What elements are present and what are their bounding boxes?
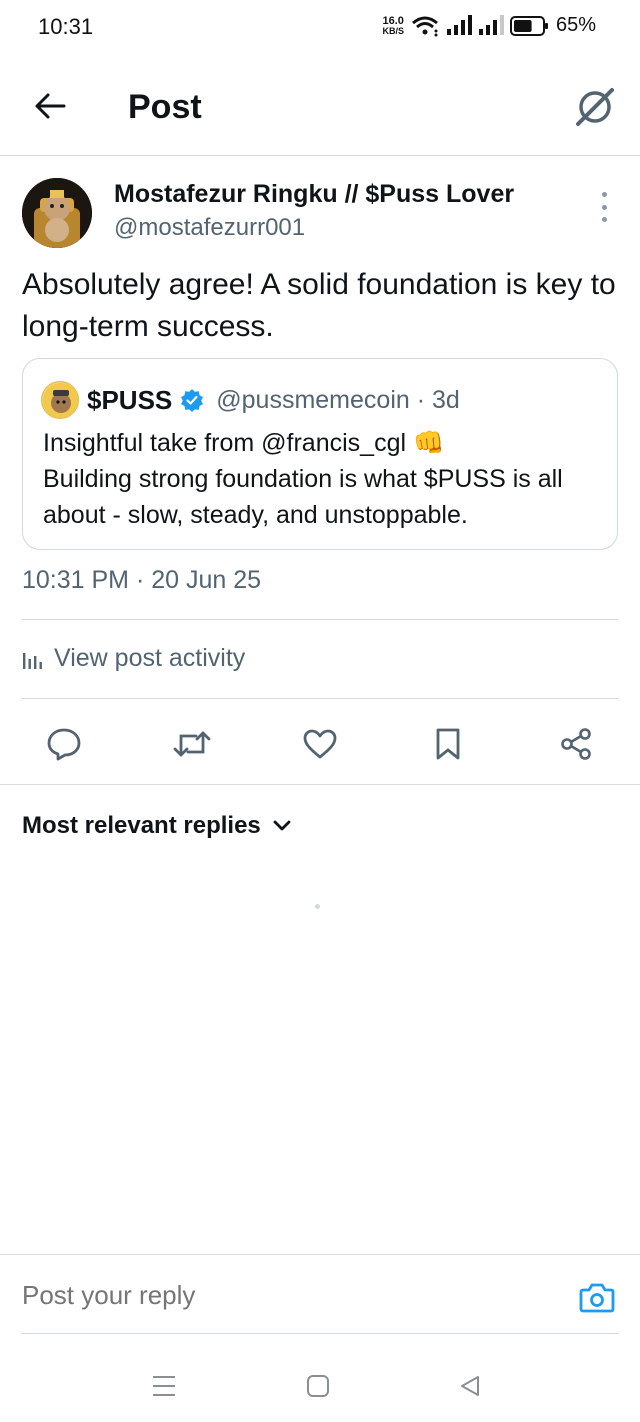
reply-input[interactable] (22, 1280, 522, 1311)
menu-icon (153, 1376, 175, 1396)
like-button[interactable] (296, 720, 344, 768)
back-triangle-icon (461, 1376, 479, 1396)
camera-icon (579, 1283, 615, 1313)
repost-button[interactable] (168, 720, 216, 768)
grok-button[interactable] (572, 84, 618, 130)
more-dot-icon (601, 192, 607, 197)
share-icon (561, 728, 591, 760)
quoted-text-line1: Insightful take from @francis_cgl 👊 (43, 429, 445, 457)
quoted-avatar (41, 381, 79, 419)
reply-button[interactable] (40, 720, 88, 768)
grok-icon (576, 88, 614, 126)
view-post-activity-link[interactable]: View post activity (22, 644, 245, 673)
author-handle[interactable]: @mostafezurr001 (114, 214, 305, 242)
camera-button[interactable] (578, 1280, 616, 1316)
wifi-icon (412, 16, 438, 36)
signal-icon-1 (446, 14, 472, 35)
recent-apps-button[interactable] (144, 1366, 184, 1406)
status-bar: 10:31 16.0 KB/S 65% (0, 0, 640, 56)
more-dot-icon (601, 217, 607, 222)
home-button[interactable] (298, 1366, 338, 1406)
loading-indicator (315, 904, 320, 909)
more-options-button[interactable] (594, 192, 614, 222)
page-title: Post (128, 88, 202, 126)
quoted-post[interactable]: $PUSS @pussmemecoin · 3d Insightful take… (22, 358, 618, 550)
reply-composer (0, 1254, 640, 1334)
post-action-bar (0, 716, 640, 772)
header-divider (0, 155, 640, 156)
top-app-bar: Post (0, 70, 640, 150)
bookmark-button[interactable] (424, 720, 472, 768)
quoted-text-line2: Building strong foundation is what $PUSS… (43, 465, 563, 529)
author-avatar[interactable] (22, 178, 92, 248)
arrow-left-icon (35, 93, 66, 119)
home-square-icon (307, 1375, 329, 1397)
back-button[interactable] (30, 86, 70, 126)
status-time: 10:31 (38, 14, 94, 39)
battery-icon (509, 15, 548, 36)
avatar-image (22, 178, 92, 248)
bookmark-icon (436, 728, 460, 760)
like-icon (303, 729, 337, 759)
reply-input-underline (22, 1333, 618, 1334)
replies-sort-label: Most relevant replies (22, 812, 261, 839)
network-speed-unit: KB/S (382, 25, 404, 36)
author-name[interactable]: Mostafezur Ringku // $Puss Lover (114, 180, 514, 209)
chevron-down-icon (273, 820, 291, 831)
back-nav-button[interactable] (450, 1366, 490, 1406)
network-speed-value: 16.0 (382, 14, 404, 27)
network-speed: 16.0 KB/S (382, 14, 404, 36)
actions-divider (0, 784, 640, 785)
analytics-icon (23, 652, 42, 669)
quoted-handle-time: @pussmemecoin · 3d (216, 385, 460, 414)
timestamp-divider (22, 619, 618, 620)
quoted-post-text: Insightful take from @francis_cgl 👊 Buil… (43, 425, 609, 533)
post-timestamp: 10:31 PM · 20 Jun 25 (22, 566, 262, 594)
reply-icon (47, 728, 81, 761)
quoted-post-header: $PUSS @pussmemecoin · 3d (41, 381, 460, 419)
quoted-author-name: $PUSS (87, 384, 173, 415)
system-navigation-bar (0, 1346, 640, 1422)
quoted-avatar-image (43, 383, 78, 418)
repost-icon (173, 731, 211, 757)
signal-icon-2 (478, 14, 504, 35)
view-post-activity-label: View post activity (54, 644, 246, 672)
post-text: Absolutely agree! A solid foundation is … (22, 268, 616, 343)
verified-badge-icon (181, 389, 204, 412)
more-dot-icon (601, 204, 607, 210)
replies-sort-dropdown[interactable]: Most relevant replies (22, 812, 291, 840)
share-button[interactable] (552, 720, 600, 768)
activity-divider (22, 698, 618, 699)
status-icons: 16.0 KB/S 65% (382, 14, 596, 37)
battery-percent: 65% (555, 14, 596, 36)
